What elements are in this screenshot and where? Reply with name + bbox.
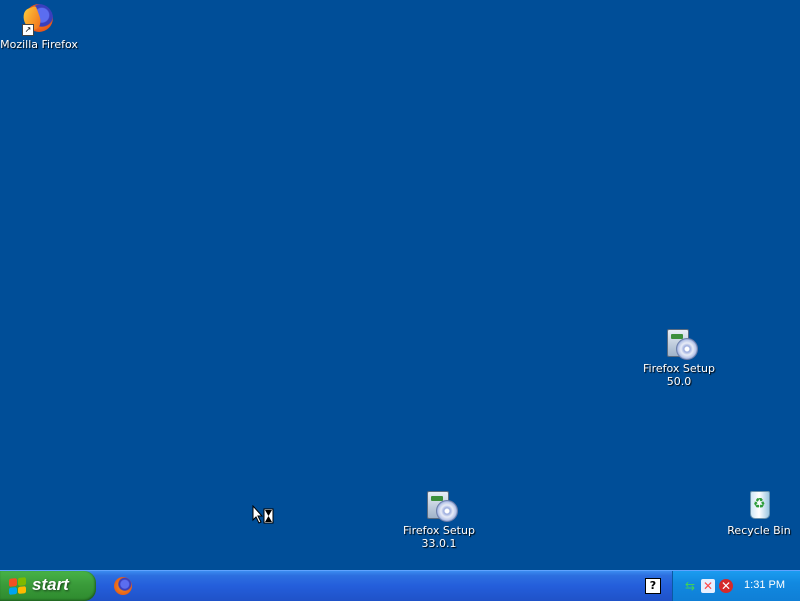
desktop-icon-label: Firefox Setup 50.0 — [643, 362, 715, 388]
setup-package-icon — [422, 488, 458, 522]
start-button[interactable]: start — [0, 571, 96, 601]
setup-package-icon — [662, 326, 698, 360]
security-alert-icon[interactable]: ✕ — [701, 579, 715, 593]
desktop-icon-label: Recycle Bin — [727, 524, 791, 537]
shortcut-arrow-icon: ↗ — [22, 24, 34, 36]
desktop-icon-label: Firefox Setup 33.0.1 — [403, 524, 475, 550]
shield-icon[interactable]: ✕ — [719, 579, 733, 593]
desktop-icon-firefox-setup-50[interactable]: Firefox Setup 50.0 — [634, 326, 724, 388]
system-tray: ⇆ ✕ ✕ 1:31 PM — [672, 571, 800, 601]
desktop[interactable]: ↗ Mozilla Firefox Firefox Setup 50.0 Fir… — [0, 0, 800, 570]
start-label: start — [32, 575, 69, 594]
desktop-icon-label: Mozilla Firefox — [0, 38, 78, 51]
network-icon[interactable]: ⇆ — [683, 579, 697, 593]
taskbar[interactable]: start ? ⇆ ✕ ✕ 1:31 PM — [0, 570, 800, 601]
help-icon[interactable]: ? — [645, 578, 661, 594]
desktop-icon-recycle-bin[interactable]: Recycle Bin — [714, 488, 800, 537]
firefox-icon: ↗ — [20, 2, 56, 36]
recycle-bin-icon — [742, 488, 776, 522]
clock[interactable]: 1:31 PM — [744, 579, 785, 591]
windows-logo-icon — [9, 577, 26, 595]
busy-cursor-icon — [252, 505, 274, 524]
quick-launch-firefox-icon[interactable] — [114, 577, 132, 595]
desktop-icon-firefox-setup-33[interactable]: Firefox Setup 33.0.1 — [394, 488, 484, 550]
desktop-icon-mozilla-firefox[interactable]: ↗ Mozilla Firefox — [0, 2, 84, 51]
